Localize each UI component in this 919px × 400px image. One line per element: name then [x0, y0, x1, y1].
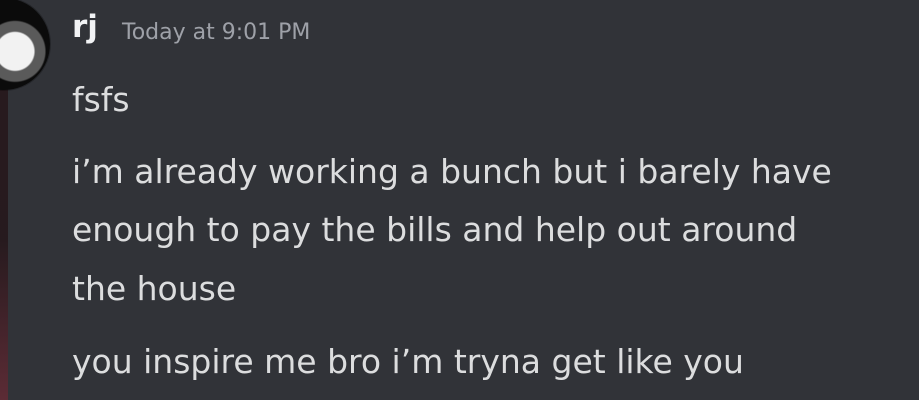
avatar-icon[interactable]: [0, 0, 50, 90]
discord-message-screenshot: rj Today at 9:01 PM fsfs i’m already wor…: [0, 0, 919, 400]
message-line-3: enough to pay the bills and help out aro…: [72, 210, 798, 249]
message-timestamp: Today at 9:01 PM: [122, 20, 311, 45]
message-line-4: the house: [72, 269, 237, 308]
message-line-2: i’m already working a bunch but i barely…: [72, 152, 832, 191]
message-line-1: fsfs: [72, 80, 130, 119]
message-author[interactable]: rj: [72, 12, 98, 43]
message-line-5: you inspire me bro i’m tryna get like yo…: [72, 342, 744, 381]
